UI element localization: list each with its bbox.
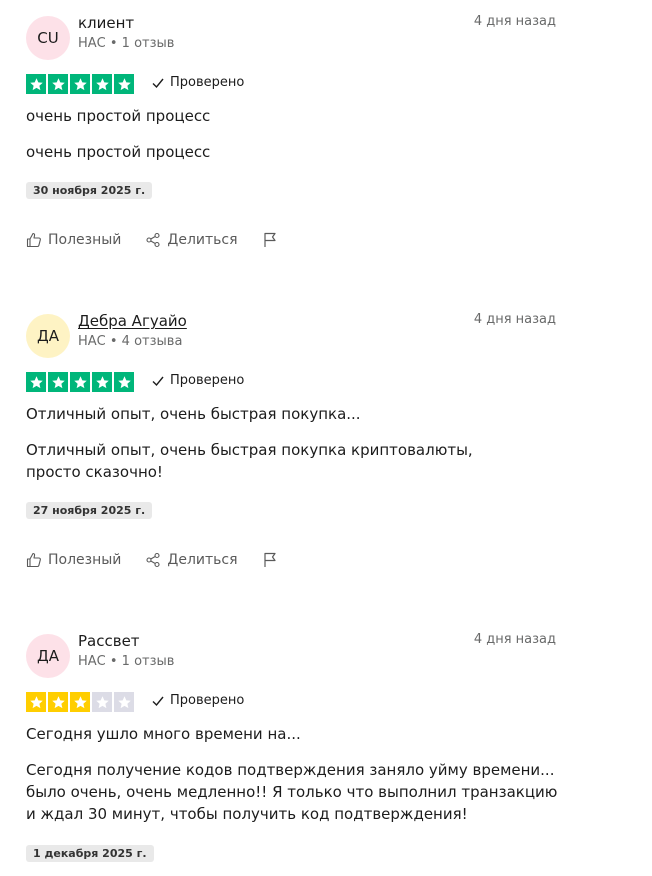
review-date-ago: 4 дня назад bbox=[473, 14, 556, 29]
star-filled-icon bbox=[48, 372, 68, 392]
experience-date-badge: 27 ноября 2025 г. bbox=[26, 502, 153, 519]
star-filled-icon bbox=[114, 74, 134, 94]
checkmark-icon bbox=[152, 376, 164, 386]
share-icon bbox=[146, 232, 160, 248]
review-body-line: Сегодня получение кодов подтверждения за… bbox=[26, 761, 555, 779]
review-body: Сегодня получение кодов подтверждения за… bbox=[26, 759, 557, 825]
review-title[interactable]: очень простой процесс bbox=[26, 107, 210, 125]
verified-badge[interactable]: Проверено bbox=[152, 75, 244, 90]
flag-icon bbox=[263, 552, 276, 567]
star-filled-icon bbox=[26, 372, 46, 392]
checkmark-icon bbox=[152, 78, 164, 88]
avatar[interactable]: CU bbox=[26, 16, 70, 60]
reviewer-meta: НАС • 1 отзыв bbox=[78, 654, 175, 669]
review-date-ago: 4 дня назад bbox=[473, 632, 556, 647]
review-date-ago: 4 дня назад bbox=[473, 312, 556, 327]
report-button[interactable] bbox=[262, 552, 278, 568]
star-rating bbox=[26, 692, 134, 712]
share-label: Делиться bbox=[167, 552, 238, 568]
star-filled-icon bbox=[48, 74, 68, 94]
review-author[interactable]: Рассвет bbox=[78, 632, 140, 650]
review-author[interactable]: клиент bbox=[78, 14, 134, 32]
star-filled-icon bbox=[114, 372, 134, 392]
star-filled-icon bbox=[70, 74, 90, 94]
report-button[interactable] bbox=[262, 232, 278, 248]
review-title[interactable]: Сегодня ушло много времени на... bbox=[26, 725, 301, 743]
review-body: Отличный опыт, очень быстрая покупка кри… bbox=[26, 439, 473, 483]
verified-label: Проверено bbox=[170, 693, 245, 708]
star-filled-icon bbox=[92, 372, 112, 392]
share-label: Делиться bbox=[167, 232, 238, 248]
thumbs-up-icon bbox=[26, 232, 41, 248]
review-body-line: было очень, очень медленно!! Я только чт… bbox=[26, 783, 558, 801]
review-body-line: Отличный опыт, очень быстрая покупка кри… bbox=[26, 441, 473, 459]
review-actions: Полезный Делиться bbox=[26, 232, 302, 248]
experience-date-badge: 30 ноября 2025 г. bbox=[26, 182, 153, 199]
star-filled-icon bbox=[48, 692, 68, 712]
review-actions: Полезный Делиться bbox=[26, 552, 302, 568]
verified-label: Проверено bbox=[170, 75, 245, 90]
share-icon bbox=[146, 552, 160, 568]
helpful-button[interactable]: Полезный bbox=[26, 232, 121, 248]
reviewer-meta: НАС • 4 отзыва bbox=[78, 334, 183, 349]
experience-date-badge: 1 декабря 2025 г. bbox=[26, 845, 154, 862]
avatar[interactable]: ДА bbox=[26, 634, 70, 678]
star-filled-icon bbox=[26, 74, 46, 94]
flag-icon bbox=[263, 232, 276, 247]
share-button[interactable]: Делиться bbox=[145, 552, 238, 568]
thumbs-up-icon bbox=[26, 552, 41, 568]
review-body-line: и ждал 30 минут, чтобы получить код подт… bbox=[26, 805, 468, 823]
review-body-line: очень простой процесс bbox=[26, 143, 211, 161]
share-button[interactable]: Делиться bbox=[145, 232, 238, 248]
checkmark-icon bbox=[152, 696, 164, 706]
avatar[interactable]: ДА bbox=[26, 314, 70, 358]
star-filled-icon bbox=[92, 74, 112, 94]
reviewer-meta: НАС • 1 отзыв bbox=[78, 36, 175, 51]
helpful-label: Полезный bbox=[48, 232, 122, 248]
star-empty-icon bbox=[114, 692, 134, 712]
verified-badge[interactable]: Проверено bbox=[152, 693, 244, 708]
review-body: очень простой процесс bbox=[26, 141, 210, 163]
verified-label: Проверено bbox=[170, 373, 245, 388]
review-body-line: просто сказочно! bbox=[26, 463, 163, 481]
verified-badge[interactable]: Проверено bbox=[152, 373, 244, 388]
star-rating bbox=[26, 74, 134, 94]
star-filled-icon bbox=[70, 692, 90, 712]
star-empty-icon bbox=[92, 692, 112, 712]
star-filled-icon bbox=[70, 372, 90, 392]
review-author[interactable]: Дебра Агуайо bbox=[78, 312, 187, 330]
star-filled-icon bbox=[26, 692, 46, 712]
review-title[interactable]: Отличный опыт, очень быстрая покупка... bbox=[26, 405, 361, 423]
helpful-label: Полезный bbox=[48, 552, 122, 568]
star-rating bbox=[26, 372, 134, 392]
helpful-button[interactable]: Полезный bbox=[26, 552, 121, 568]
